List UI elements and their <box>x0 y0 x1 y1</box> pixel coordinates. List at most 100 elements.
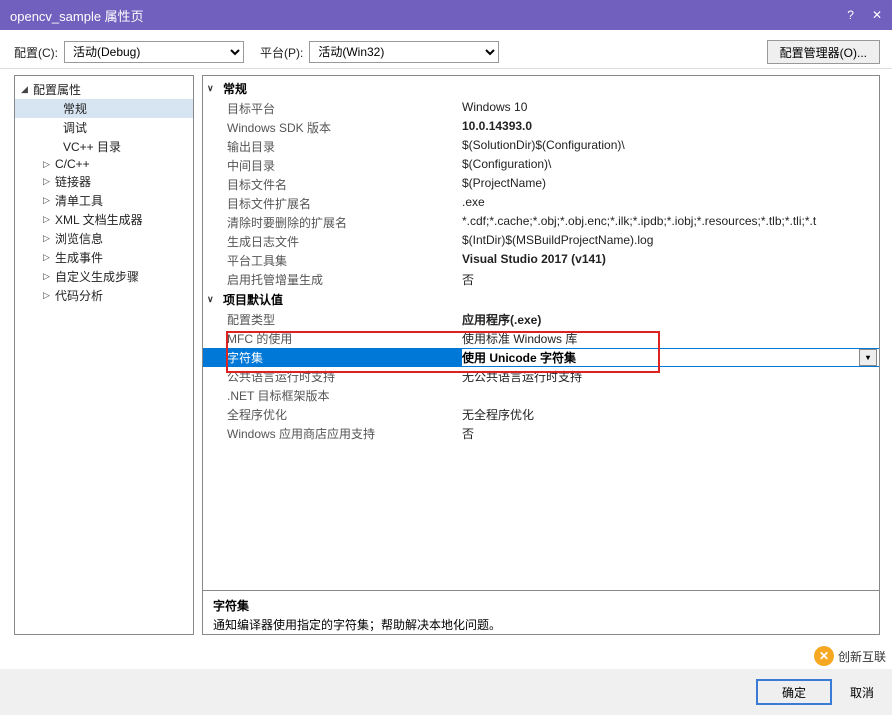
property-label: 启用托管增量生成 <box>227 271 462 288</box>
property-value: $(ProjectName) <box>462 176 879 193</box>
property-value: $(IntDir)$(MSBuildProjectName).log <box>462 233 879 250</box>
tree-item-manifest[interactable]: ▷清单工具 <box>15 191 193 210</box>
config-toolbar: 配置(C): 活动(Debug) 平台(P): 活动(Win32) 配置管理器(… <box>0 30 892 69</box>
expand-icon: ▷ <box>43 271 53 282</box>
property-row[interactable]: 启用托管增量生成否 <box>203 270 879 289</box>
property-value: 使用 Unicode 字符集▾ <box>462 349 879 366</box>
property-value: 10.0.14393.0 <box>462 119 879 136</box>
expand-icon: ▷ <box>43 214 53 225</box>
description-pane: 字符集 通知编译器使用指定的字符集；帮助解决本地化问题。 <box>203 590 879 634</box>
expand-icon: ▷ <box>43 176 53 187</box>
watermark-icon: ✕ <box>814 646 834 666</box>
property-row[interactable]: 目标平台Windows 10 <box>203 99 879 118</box>
property-label: 输出目录 <box>227 138 462 155</box>
tree-item-debug[interactable]: 调试 <box>15 118 193 137</box>
config-select[interactable]: 活动(Debug) <box>64 41 244 63</box>
property-value <box>462 387 879 404</box>
property-value: $(Configuration)\ <box>462 157 879 174</box>
property-row[interactable]: MFC 的使用使用标准 Windows 库 <box>203 329 879 348</box>
window-controls: ? ✕ <box>847 8 882 22</box>
property-row[interactable]: 输出目录$(SolutionDir)$(Configuration)\ <box>203 137 879 156</box>
property-row[interactable]: 公共语言运行时支持无公共语言运行时支持 <box>203 367 879 386</box>
bottom-bar: 确定 取消 <box>0 669 892 715</box>
property-row[interactable]: 平台工具集Visual Studio 2017 (v141) <box>203 251 879 270</box>
title-bar: opencv_sample 属性页 ? ✕ <box>0 0 892 30</box>
property-value: $(SolutionDir)$(Configuration)\ <box>462 138 879 155</box>
section-header[interactable]: ∨项目默认值 <box>203 289 879 310</box>
property-row[interactable]: 字符集使用 Unicode 字符集▾ <box>203 348 879 367</box>
section-header[interactable]: ∨常规 <box>203 78 879 99</box>
platform-label: 平台(P): <box>260 44 303 61</box>
tree-item-codeanalysis[interactable]: ▷代码分析 <box>15 286 193 305</box>
property-value: 否 <box>462 425 879 442</box>
property-label: MFC 的使用 <box>227 330 462 347</box>
tree-item-xmldoc[interactable]: ▷XML 文档生成器 <box>15 210 193 229</box>
property-row[interactable]: 生成日志文件$(IntDir)$(MSBuildProjectName).log <box>203 232 879 251</box>
platform-select[interactable]: 活动(Win32) <box>309 41 499 63</box>
property-label: Windows SDK 版本 <box>227 119 462 136</box>
property-label: 全程序优化 <box>227 406 462 423</box>
property-value: .exe <box>462 195 879 212</box>
tree-item-browseinfo[interactable]: ▷浏览信息 <box>15 229 193 248</box>
property-label: 清除时要删除的扩展名 <box>227 214 462 231</box>
collapse-icon: ∨ <box>207 83 217 94</box>
expand-icon: ▷ <box>43 233 53 244</box>
property-label: 公共语言运行时支持 <box>227 368 462 385</box>
property-value: 无全程序优化 <box>462 406 879 423</box>
tree-item-cpp[interactable]: ▷C/C++ <box>15 156 193 172</box>
property-row[interactable]: 配置类型应用程序(.exe) <box>203 310 879 329</box>
tree-root[interactable]: ◢配置属性 <box>15 80 193 99</box>
tree-panel: ◢配置属性 常规 调试 VC++ 目录 ▷C/C++ ▷链接器 ▷清单工具 ▷X… <box>14 75 194 635</box>
watermark: ✕ 创新互联 <box>814 646 886 666</box>
tree-item-general[interactable]: 常规 <box>15 99 193 118</box>
property-label: 生成日志文件 <box>227 233 462 250</box>
property-label: 目标平台 <box>227 100 462 117</box>
property-value: *.cdf;*.cache;*.obj;*.obj.enc;*.ilk;*.ip… <box>462 214 879 231</box>
tree-item-buildevents[interactable]: ▷生成事件 <box>15 248 193 267</box>
property-value: 使用标准 Windows 库 <box>462 330 879 347</box>
property-value: 应用程序(.exe) <box>462 311 879 328</box>
property-row[interactable]: 目标文件扩展名.exe <box>203 194 879 213</box>
config-manager-button[interactable]: 配置管理器(O)... <box>767 40 880 64</box>
property-row[interactable]: 目标文件名$(ProjectName) <box>203 175 879 194</box>
property-label: 配置类型 <box>227 311 462 328</box>
close-button[interactable]: ✕ <box>872 8 882 22</box>
property-label: 目标文件扩展名 <box>227 195 462 212</box>
collapse-icon: ◢ <box>21 84 31 95</box>
property-label: 字符集 <box>227 349 462 366</box>
property-list: ∨常规目标平台Windows 10Windows SDK 版本10.0.1439… <box>203 76 879 590</box>
property-label: Windows 应用商店应用支持 <box>227 425 462 442</box>
property-label: .NET 目标框架版本 <box>227 387 462 404</box>
description-title: 字符集 <box>213 597 869 614</box>
property-row[interactable]: Windows 应用商店应用支持否 <box>203 424 879 443</box>
help-button[interactable]: ? <box>847 8 854 22</box>
property-value: 否 <box>462 271 879 288</box>
property-row[interactable]: 全程序优化无全程序优化 <box>203 405 879 424</box>
property-value: Windows 10 <box>462 100 879 117</box>
property-row[interactable]: Windows SDK 版本10.0.14393.0 <box>203 118 879 137</box>
main-area: ◢配置属性 常规 调试 VC++ 目录 ▷C/C++ ▷链接器 ▷清单工具 ▷X… <box>0 69 892 669</box>
content-panel: ∨常规目标平台Windows 10Windows SDK 版本10.0.1439… <box>202 75 880 635</box>
tree-item-vcdirs[interactable]: VC++ 目录 <box>15 137 193 156</box>
window-title: opencv_sample 属性页 <box>10 6 847 25</box>
tree-item-custombuild[interactable]: ▷自定义生成步骤 <box>15 267 193 286</box>
property-value: Visual Studio 2017 (v141) <box>462 252 879 269</box>
property-label: 中间目录 <box>227 157 462 174</box>
property-label: 平台工具集 <box>227 252 462 269</box>
property-row[interactable]: 清除时要删除的扩展名*.cdf;*.cache;*.obj;*.obj.enc;… <box>203 213 879 232</box>
property-row[interactable]: .NET 目标框架版本 <box>203 386 879 405</box>
config-label: 配置(C): <box>14 44 58 61</box>
property-row[interactable]: 中间目录$(Configuration)\ <box>203 156 879 175</box>
expand-icon: ▷ <box>43 252 53 263</box>
tree-item-linker[interactable]: ▷链接器 <box>15 172 193 191</box>
description-text: 通知编译器使用指定的字符集；帮助解决本地化问题。 <box>213 616 869 633</box>
collapse-icon: ∨ <box>207 294 217 305</box>
property-label: 目标文件名 <box>227 176 462 193</box>
cancel-button[interactable]: 取消 <box>850 679 874 705</box>
property-value: 无公共语言运行时支持 <box>462 368 879 385</box>
dropdown-button[interactable]: ▾ <box>859 349 877 366</box>
ok-button[interactable]: 确定 <box>756 679 832 705</box>
expand-icon: ▷ <box>43 195 53 206</box>
expand-icon: ▷ <box>43 159 53 170</box>
expand-icon: ▷ <box>43 290 53 301</box>
